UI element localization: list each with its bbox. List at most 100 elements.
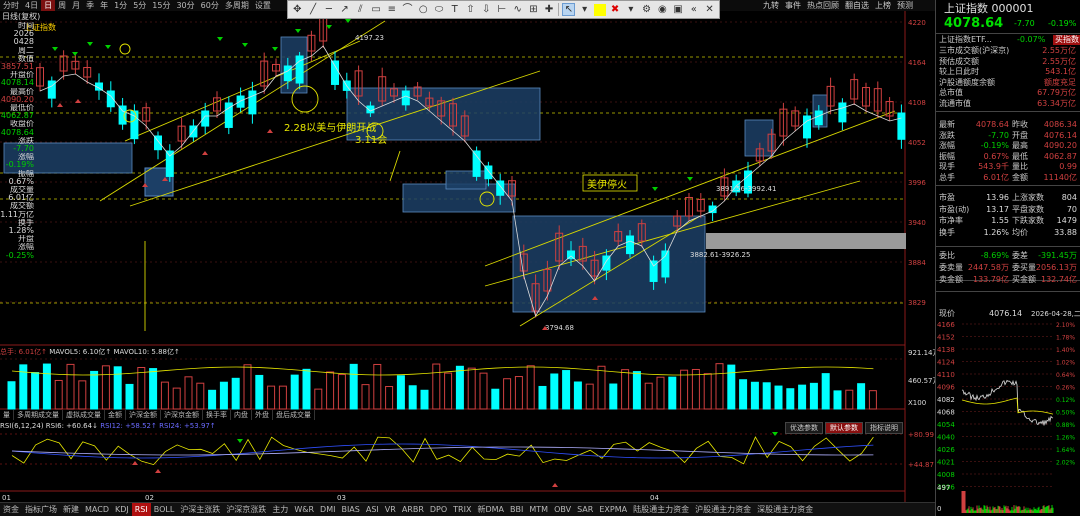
ray-tool-icon[interactable]: ↗ <box>338 3 351 16</box>
indicator-tab[interactable]: EXPMA <box>596 503 630 516</box>
period-tab[interactable]: 60分 <box>198 0 222 11</box>
indicator-tab[interactable]: OBV <box>551 503 574 516</box>
volume-subtab[interactable]: 外盘 <box>252 410 273 420</box>
eye-icon[interactable]: ◉ <box>656 3 669 16</box>
indicator-tab[interactable]: TRIX <box>450 503 474 516</box>
indicator-tab[interactable]: 新DMA <box>474 503 507 516</box>
indicator-tab[interactable]: 沪深京涨跌 <box>223 503 269 516</box>
period-tool-icon[interactable]: ⊢ <box>496 3 509 16</box>
period-tab[interactable]: 30分 <box>173 0 197 11</box>
indicator-tab[interactable]: 沪股通主力资金 <box>692 503 754 516</box>
rsi-param-button[interactable]: 默认参数 <box>825 422 863 434</box>
lock-icon[interactable]: ▣ <box>672 3 685 16</box>
period-tab[interactable]: 5分 <box>130 0 149 11</box>
grid-cell: 2447.58万 <box>967 263 1009 272</box>
volume-subtab[interactable]: 虚拟成交量 <box>63 410 105 420</box>
period-tab[interactable]: 月 <box>69 0 83 11</box>
volume-subtab[interactable]: 盘后成交量 <box>273 410 315 420</box>
right-tab[interactable]: 上榜 <box>872 0 894 11</box>
dropdown-icon[interactable]: ▾ <box>624 3 637 16</box>
indicator-tab[interactable]: VR <box>382 503 399 516</box>
volume-subtab[interactable]: 多周期成交量 <box>14 410 63 420</box>
indicator-tab[interactable]: ARBR <box>399 503 427 516</box>
right-tab[interactable]: 事件 <box>782 0 804 11</box>
intraday-mini-chart[interactable]: 4166 4152 4138 4124 4110 4096 4082 4068 4054 4040… <box>936 320 1080 514</box>
line-tool-icon[interactable]: ╱ <box>307 3 320 16</box>
volume-subtab[interactable]: 内盘 <box>231 410 252 420</box>
indicator-tab[interactable]: 资金 <box>0 503 22 516</box>
period-tab[interactable]: 年 <box>97 0 111 11</box>
indicator-tab[interactable]: W&R <box>291 503 317 516</box>
indicator-tab[interactable]: ASI <box>363 503 382 516</box>
fib-tool-icon[interactable]: ≡ <box>385 3 398 16</box>
indicator-tab[interactable]: BOLL <box>151 503 178 516</box>
volume-bar <box>845 389 854 410</box>
line-style-icon[interactable]: ▾ <box>578 3 591 16</box>
rsi-param-button[interactable]: 优选参数 <box>785 422 823 434</box>
indicator-tab[interactable]: 深股通主力资金 <box>754 503 816 516</box>
indicator-tab[interactable]: 指标广场 <box>22 503 60 516</box>
arc-tool-icon[interactable]: ⌒ <box>401 3 414 16</box>
period-tab[interactable]: 设置 <box>252 0 274 11</box>
volume-subtab[interactable]: 金额 <box>105 410 126 420</box>
volume-bar <box>691 368 700 410</box>
period-tab[interactable]: 1分 <box>111 0 130 11</box>
move-icon[interactable]: ✥ <box>291 3 304 16</box>
indicator-tab[interactable]: DMI <box>317 503 338 516</box>
volume-subtab[interactable]: 换手率 <box>203 410 231 420</box>
period-tab[interactable]: 4日 <box>22 0 41 11</box>
delete-icon[interactable]: ✖ <box>609 3 622 16</box>
indicator-tab[interactable]: BIAS <box>338 503 362 516</box>
volume-bar <box>668 376 677 410</box>
arrow-up-tool-icon[interactable]: ⇧ <box>464 3 477 16</box>
color-swatch-icon[interactable] <box>593 3 606 16</box>
wave-tool-icon[interactable]: ∿ <box>511 3 524 16</box>
period-tab[interactable]: 周 <box>55 0 69 11</box>
indicator-tab[interactable]: 新建 <box>60 503 82 516</box>
period-tab[interactable]: 15分 <box>149 0 173 11</box>
indicator-tab[interactable]: MACD <box>82 503 112 516</box>
kline-svg[interactable]: 4220 4164 4108 4052 3996 3940 3884 3829 4197.23 3… <box>0 8 940 516</box>
indicator-tab[interactable]: DPO <box>427 503 450 516</box>
indicator-tab[interactable]: MTM <box>526 503 551 516</box>
hline-tool-icon[interactable]: ─ <box>322 3 335 16</box>
right-tab[interactable]: 预测 <box>894 0 916 11</box>
volume-subtab[interactable]: 量 <box>0 410 14 420</box>
close-icon[interactable]: ✕ <box>703 3 716 16</box>
drawing-toolbar[interactable]: ✥ ╱ ─ ↗ ⫽ ▭ ≡ ⌒ ○ ⬭ T ⇧ ⇩ ⊢ ∿ ⊞ ✚ ↖ ▾ ✖ … <box>287 0 720 19</box>
ellipse-tool-icon[interactable]: ⬭ <box>433 3 446 16</box>
fold-icon[interactable]: « <box>687 3 700 16</box>
channel-tool-icon[interactable]: ⫽ <box>354 3 367 16</box>
indicator-tab[interactable]: RSI <box>131 503 151 516</box>
etf-row[interactable]: 上证指数ETF... -0.07% 买指数 <box>939 35 1080 45</box>
volume-subtab[interactable]: 沪深京金额 <box>161 410 203 420</box>
period-tab[interactable]: 季 <box>83 0 97 11</box>
main-chart-area[interactable]: 4220 4164 4108 4052 3996 3940 3884 3829 4197.23 3… <box>0 8 940 516</box>
settings-icon[interactable]: ⚙ <box>640 3 653 16</box>
indicator-tab[interactable]: SAR <box>574 503 596 516</box>
right-tab[interactable]: 翻自选 <box>842 0 872 11</box>
rsi-param-button[interactable]: 指标说明 <box>865 422 903 434</box>
pointer-tool-icon[interactable]: ↖ <box>562 3 576 16</box>
circle-tool-icon[interactable]: ○ <box>417 3 430 16</box>
right-tab[interactable]: 热点回顾 <box>804 0 842 11</box>
indicator-tab[interactable]: 沪深主涨跌 <box>177 503 223 516</box>
right-tab[interactable]: 九转 <box>760 0 782 11</box>
info-line: -7.70 <box>13 145 34 154</box>
rect-tool-icon[interactable]: ▭ <box>370 3 383 16</box>
text-tool-icon[interactable]: T <box>448 3 461 16</box>
volume-subtab[interactable]: 沪深金额 <box>126 410 161 420</box>
cross-tool-icon[interactable]: ✚ <box>543 3 556 16</box>
period-tab[interactable]: 分时 <box>0 0 22 11</box>
indicator-tab[interactable]: 主力 <box>269 503 291 516</box>
period-tab[interactable]: 多周期 <box>222 0 252 11</box>
indicator-tab[interactable]: KDJ <box>112 503 132 516</box>
indicator-tab[interactable]: 陆股通主力资金 <box>630 503 692 516</box>
period-tab[interactable]: 日 <box>41 0 56 11</box>
volume-bar <box>125 383 134 410</box>
buy-index-button[interactable]: 买指数 <box>1053 35 1080 45</box>
arrow-down-tool-icon[interactable]: ⇩ <box>480 3 493 16</box>
gann-tool-icon[interactable]: ⊞ <box>527 3 540 16</box>
indicator-tab[interactable]: BBI <box>507 503 526 516</box>
divider <box>936 185 1080 186</box>
